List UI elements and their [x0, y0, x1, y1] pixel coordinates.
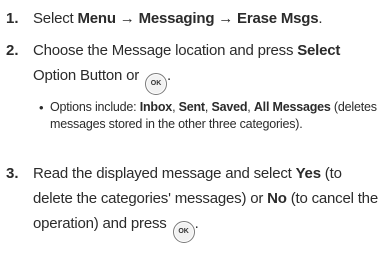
no-label: No [267, 190, 287, 207]
step-number: 3. [6, 165, 19, 182]
step-text: Read the displayed message and select Ye… [33, 161, 381, 243]
options-intro: Options include: [50, 100, 140, 114]
step-number: 2. [6, 42, 19, 59]
option-inbox: Inbox [139, 100, 173, 114]
step-2-suffix: . [167, 67, 171, 84]
select-label: Select [297, 42, 341, 59]
option-saved: Saved [211, 100, 248, 114]
yes-label: Yes [295, 165, 321, 182]
step-text: Select Menu → Messaging → Erase Msgs. [33, 6, 381, 31]
ok-key-icon: OK [145, 73, 168, 95]
bullet-text: Options include: Inbox, Sent, Saved, All… [50, 99, 382, 133]
bullet-icon: • [39, 100, 44, 115]
step-1-prefix: Select [33, 10, 78, 27]
option-all-messages: All Messages [253, 100, 331, 114]
option-sent: Sent [178, 100, 205, 114]
instruction-document: 1. Select Menu → Messaging → Erase Msgs.… [0, 0, 386, 260]
step-2-line2: Option Button or [33, 67, 144, 84]
step-text: Choose the Message location and press Se… [33, 38, 381, 95]
step-3-text1: Read the displayed message and select [33, 165, 296, 182]
step-number: 1. [6, 10, 19, 27]
menu-path: Menu → Messaging → Erase Msgs [77, 10, 319, 27]
step-2-line1: Choose the Message location and press [33, 42, 298, 59]
step-3-suffix: . [194, 215, 199, 232]
step-1-suffix: . [318, 10, 323, 27]
ok-key-icon: OK [172, 221, 195, 243]
